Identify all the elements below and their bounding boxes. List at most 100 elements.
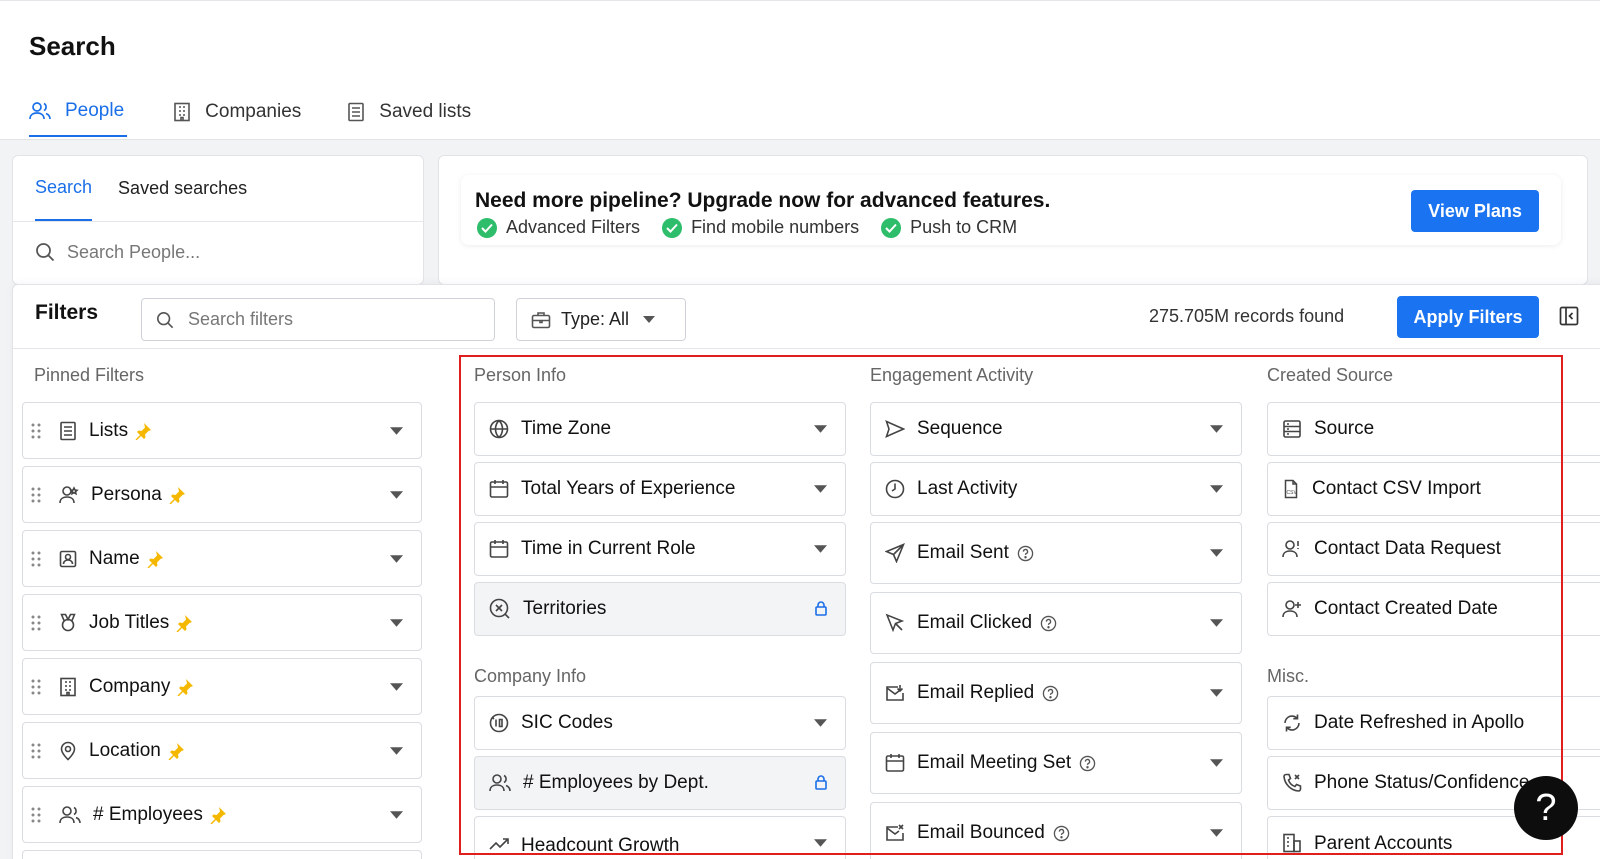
- chevron-down-icon: [390, 555, 403, 563]
- sic-icon: [489, 713, 509, 733]
- filter-label: Time in Current Role: [521, 538, 696, 559]
- help-icon[interactable]: [1079, 755, 1096, 772]
- building-icon: [173, 102, 191, 122]
- pinned-filter-label: Persona: [91, 483, 162, 505]
- filter-contact-created-date[interactable]: Contact Created Date: [1267, 582, 1600, 636]
- drag-handle-icon[interactable]: [31, 551, 41, 567]
- filter-date-refreshed[interactable]: Date Refreshed in Apollo: [1267, 696, 1600, 750]
- pinned-filter-label: Name: [89, 547, 140, 569]
- help-icon[interactable]: [1053, 825, 1070, 842]
- drag-handle-icon[interactable]: [31, 615, 41, 631]
- pinned-filter-company[interactable]: Company: [22, 658, 422, 715]
- help-icon[interactable]: [1017, 545, 1034, 562]
- filter-search-input[interactable]: [188, 309, 468, 330]
- search-panel: Search Saved searches: [12, 155, 424, 285]
- filter-territories[interactable]: Territories: [474, 582, 846, 636]
- filter-headcount-growth[interactable]: Headcount Growth: [474, 816, 846, 859]
- feature-label: Find mobile numbers: [691, 217, 860, 237]
- pinned-filter-label: Job Titles: [89, 611, 170, 633]
- company-info-label: Company Info: [474, 666, 587, 686]
- filter-label: Phone Status/Confidence: [1314, 772, 1530, 793]
- pinned-filter-location[interactable]: Location: [22, 722, 422, 779]
- type-dropdown[interactable]: Type: All: [516, 298, 686, 341]
- filter-label: Sequence: [917, 418, 1003, 439]
- pin-icon: [146, 550, 164, 568]
- banner-title: Need more pipeline? Upgrade now for adva…: [475, 189, 1051, 212]
- drag-handle-icon[interactable]: [31, 423, 41, 439]
- pinned-filter-persona[interactable]: Persona: [22, 466, 422, 523]
- drag-handle-icon[interactable]: [31, 679, 41, 695]
- filter-email-replied[interactable]: Email Replied: [870, 662, 1242, 724]
- filter-email-sent[interactable]: Email Sent: [870, 522, 1242, 584]
- pin-icon: [176, 678, 194, 696]
- apply-filters-button[interactable]: Apply Filters: [1397, 296, 1539, 338]
- filter-sequence[interactable]: Sequence: [870, 402, 1242, 456]
- help-icon[interactable]: [1042, 685, 1059, 702]
- people-search-input[interactable]: [67, 241, 397, 263]
- pinned-filter-label: Location: [89, 739, 161, 761]
- pinned-filter-name[interactable]: Name: [22, 530, 422, 587]
- badge-icon: [59, 613, 77, 633]
- filter-contact-csv-import[interactable]: CSV Contact CSV Import: [1267, 462, 1600, 516]
- filter-time-in-current-role[interactable]: Time in Current Role: [474, 522, 846, 576]
- calendar-icon: [489, 539, 509, 559]
- filter-label: Email Sent: [917, 542, 1009, 563]
- filter-source[interactable]: Source: [1267, 402, 1600, 456]
- drag-handle-icon[interactable]: [31, 807, 41, 823]
- tab-search[interactable]: Search: [35, 156, 93, 221]
- filters-header: Filters Type: All 275.705M records found…: [13, 285, 1600, 349]
- help-button[interactable]: ?: [1514, 776, 1578, 840]
- calendar-icon: [489, 479, 509, 499]
- filter-last-activity[interactable]: Last Activity: [870, 462, 1242, 516]
- tab-companies[interactable]: Companies: [173, 87, 301, 137]
- filter-email-clicked[interactable]: Email Clicked: [870, 592, 1242, 654]
- lock-icon: [815, 775, 827, 790]
- chevron-down-icon: [814, 839, 827, 847]
- filter-email-meeting-set[interactable]: Email Meeting Set: [870, 732, 1242, 794]
- engagement-activity-label: Engagement Activity: [870, 365, 1034, 385]
- users-icon: [489, 773, 511, 793]
- filter-label: Territories: [523, 598, 607, 619]
- feature-label: Advanced Filters: [506, 217, 641, 237]
- view-plans-button[interactable]: View Plans: [1411, 190, 1539, 232]
- filters-title: Filters: [35, 301, 99, 324]
- records-count: 275.705M records found: [1149, 306, 1345, 326]
- tab-people[interactable]: People: [29, 87, 128, 137]
- help-icon[interactable]: [1040, 615, 1057, 632]
- mail-bounce-icon: [885, 824, 905, 842]
- collapse-panel-icon[interactable]: [1559, 306, 1579, 326]
- list-icon: [59, 421, 77, 441]
- pinned-filter-employees[interactable]: # Employees: [22, 786, 422, 843]
- tab-people-label: People: [65, 100, 125, 121]
- chevron-down-icon: [814, 425, 827, 433]
- pinned-filter-label: Company: [89, 675, 171, 697]
- pin-icon: [167, 742, 185, 760]
- misc-label: Misc.: [1267, 666, 1309, 686]
- filter-contact-data-request[interactable]: Contact Data Request: [1267, 522, 1600, 576]
- banner-features: Advanced Filters Find mobile numbers Pus…: [477, 217, 1039, 238]
- search-icon: [35, 242, 55, 262]
- drag-handle-icon[interactable]: [31, 487, 41, 503]
- chevron-down-icon: [1210, 759, 1223, 767]
- filter-total-years-experience[interactable]: Total Years of Experience: [474, 462, 846, 516]
- chevron-down-icon: [390, 683, 403, 691]
- users-icon: [29, 101, 51, 121]
- filter-time-zone[interactable]: Time Zone: [474, 402, 846, 456]
- phone-icon: [1282, 773, 1302, 793]
- upgrade-banner: Need more pipeline? Upgrade now for adva…: [438, 155, 1588, 285]
- pinned-filter-partial[interactable]: [22, 850, 422, 859]
- person-info-label: Person Info: [474, 365, 567, 385]
- top-bar: Search People Companies Saved lists: [0, 0, 1600, 140]
- pinned-filter-job-titles[interactable]: Job Titles: [22, 594, 422, 651]
- filter-employees-by-dept[interactable]: # Employees by Dept.: [474, 756, 846, 810]
- upgrade-banner-inner: Need more pipeline? Upgrade now for adva…: [461, 175, 1561, 245]
- pin-icon: [209, 806, 227, 824]
- tab-saved-searches[interactable]: Saved searches: [118, 156, 247, 221]
- filter-email-bounced[interactable]: Email Bounced: [870, 802, 1242, 859]
- drag-handle-icon[interactable]: [31, 743, 41, 759]
- pinned-filter-lists[interactable]: Lists: [22, 402, 422, 459]
- tab-saved-lists[interactable]: Saved lists: [347, 87, 471, 137]
- cursor-icon: [885, 613, 905, 633]
- list-icon: [347, 102, 365, 122]
- filter-sic-codes[interactable]: SIC Codes: [474, 696, 846, 750]
